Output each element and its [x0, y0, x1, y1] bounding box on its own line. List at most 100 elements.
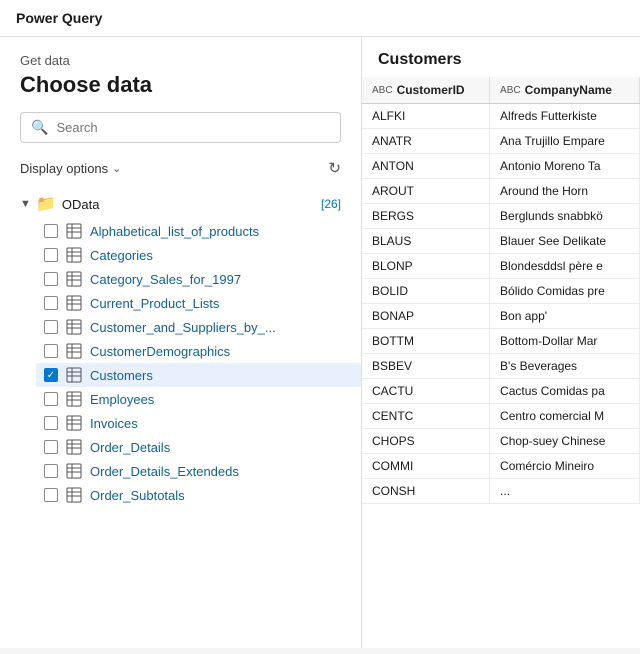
preview-title: Customers	[362, 37, 640, 77]
customer-id-cell: BONAP	[362, 304, 490, 329]
company-name-cell: Bon app'	[490, 304, 640, 329]
table-row: BLAUSBlauer See Delikate	[362, 229, 640, 254]
table-type-icon	[66, 247, 82, 263]
customer-id-cell: BLAUS	[362, 229, 490, 254]
table-type-icon	[66, 463, 82, 479]
tree-item[interactable]: Order_Details_Extendeds	[36, 459, 361, 483]
display-options-button[interactable]: Display options ⌄	[20, 161, 121, 176]
tree-item[interactable]: Alphabetical_list_of_products	[36, 219, 361, 243]
tree-item[interactable]: ✓ Customers	[36, 363, 361, 387]
company-name-cell: Ana Trujillo Empare	[490, 129, 640, 154]
tree-item[interactable]: CustomerDemographics	[36, 339, 361, 363]
tree-item-label: Category_Sales_for_1997	[90, 272, 241, 287]
app-title: Power Query	[16, 10, 102, 26]
refresh-icon[interactable]: ↻	[328, 159, 341, 177]
tree-item[interactable]: Invoices	[36, 411, 361, 435]
customer-id-cell: CONSH	[362, 479, 490, 504]
search-box[interactable]: 🔍	[20, 112, 341, 143]
table-row: BLONPBlondesddsl père e	[362, 254, 640, 279]
tree-item-checkbox[interactable]	[44, 296, 58, 310]
title-bar: Power Query	[0, 0, 640, 37]
table-row: COMMIComércio Mineiro	[362, 454, 640, 479]
table-column-header: ABC CompanyName	[490, 77, 640, 104]
folder-count: [26]	[321, 197, 341, 211]
col-type-icon: ABC	[372, 85, 393, 96]
tree-item[interactable]: Categories	[36, 243, 361, 267]
company-name-cell: Bólido Comidas pre	[490, 279, 640, 304]
tree-item-label: Employees	[90, 392, 154, 407]
tree-item-label: Order_Details_Extendeds	[90, 464, 239, 479]
company-name-cell: Antonio Moreno Ta	[490, 154, 640, 179]
customer-id-cell: ALFKI	[362, 104, 490, 129]
col-header-label: CustomerID	[397, 83, 465, 97]
right-panel: Customers ABC CustomerID ABC CompanyName…	[362, 37, 640, 648]
table-row: CENTCCentro comercial M	[362, 404, 640, 429]
company-name-cell: Centro comercial M	[490, 404, 640, 429]
table-row: BOTTMBottom-Dollar Mar	[362, 329, 640, 354]
customer-id-cell: ANATR	[362, 129, 490, 154]
tree-item-checkbox[interactable]	[44, 272, 58, 286]
tree-item-checkbox[interactable]	[44, 320, 58, 334]
company-name-cell: B's Beverages	[490, 354, 640, 379]
tree-item-label: Current_Product_Lists	[90, 296, 219, 311]
table-type-icon	[66, 367, 82, 383]
search-input[interactable]	[56, 120, 330, 135]
tree-item[interactable]: Customer_and_Suppliers_by_...	[36, 315, 361, 339]
data-table-wrap[interactable]: ABC CustomerID ABC CompanyName ALFKIAlfr…	[362, 77, 640, 648]
choose-data-title: Choose data	[20, 72, 341, 98]
table-row: CACTUCactus Comidas pa	[362, 379, 640, 404]
tree-item-checkbox[interactable]	[44, 416, 58, 430]
table-type-icon	[66, 295, 82, 311]
tree-item-label: Order_Details	[90, 440, 170, 455]
table-row: ANATRAna Trujillo Empare	[362, 129, 640, 154]
table-row: BONAPBon app'	[362, 304, 640, 329]
tree-item-checkbox[interactable]	[44, 224, 58, 238]
tree-item-label: Customer_and_Suppliers_by_...	[90, 320, 276, 335]
folder-name: OData	[62, 197, 315, 212]
display-options-row: Display options ⌄ ↻	[0, 151, 361, 185]
tree-item-label: Categories	[90, 248, 153, 263]
table-type-icon	[66, 487, 82, 503]
tree-item-label: Invoices	[90, 416, 138, 431]
tree-item[interactable]: Current_Product_Lists	[36, 291, 361, 315]
customer-id-cell: AROUT	[362, 179, 490, 204]
tree-item[interactable]: Employees	[36, 387, 361, 411]
data-table: ABC CustomerID ABC CompanyName ALFKIAlfr…	[362, 77, 640, 504]
customer-id-cell: CACTU	[362, 379, 490, 404]
folder-row[interactable]: ▼ 📁 OData [26]	[0, 189, 361, 219]
table-type-icon	[66, 415, 82, 431]
tree-items: Alphabetical_list_of_products Categories…	[0, 219, 361, 507]
customer-id-cell: BLONP	[362, 254, 490, 279]
tree-item[interactable]: Order_Subtotals	[36, 483, 361, 507]
tree-item-checkbox[interactable]: ✓	[44, 368, 58, 382]
tree-item-label: Order_Subtotals	[90, 488, 185, 503]
search-icon: 🔍	[31, 119, 48, 136]
company-name-cell: Bottom-Dollar Mar	[490, 329, 640, 354]
tree-item[interactable]: Category_Sales_for_1997	[36, 267, 361, 291]
tree-item-checkbox[interactable]	[44, 392, 58, 406]
table-row: BSBEVB's Beverages	[362, 354, 640, 379]
table-type-icon	[66, 223, 82, 239]
col-type-icon: ABC	[500, 85, 521, 96]
customer-id-cell: BSBEV	[362, 354, 490, 379]
tree-item-label: CustomerDemographics	[90, 344, 230, 359]
tree-item-checkbox[interactable]	[44, 248, 58, 262]
table-column-header: ABC CustomerID	[362, 77, 490, 104]
customer-id-cell: COMMI	[362, 454, 490, 479]
tree-item-checkbox[interactable]	[44, 440, 58, 454]
table-type-icon	[66, 319, 82, 335]
table-row: ANTONAntonio Moreno Ta	[362, 154, 640, 179]
folder-expand-icon: ▼	[20, 198, 30, 210]
tree-item[interactable]: Order_Details	[36, 435, 361, 459]
tree-item-checkbox[interactable]	[44, 488, 58, 502]
table-type-icon	[66, 271, 82, 287]
company-name-cell: Berglunds snabbkö	[490, 204, 640, 229]
table-row: CONSH...	[362, 479, 640, 504]
tree-item-checkbox[interactable]	[44, 464, 58, 478]
get-data-label: Get data	[20, 53, 341, 68]
table-type-icon	[66, 439, 82, 455]
tree-item-checkbox[interactable]	[44, 344, 58, 358]
tree-item-label: Alphabetical_list_of_products	[90, 224, 259, 239]
table-row: BERGSBerglunds snabbkö	[362, 204, 640, 229]
company-name-cell: Blauer See Delikate	[490, 229, 640, 254]
